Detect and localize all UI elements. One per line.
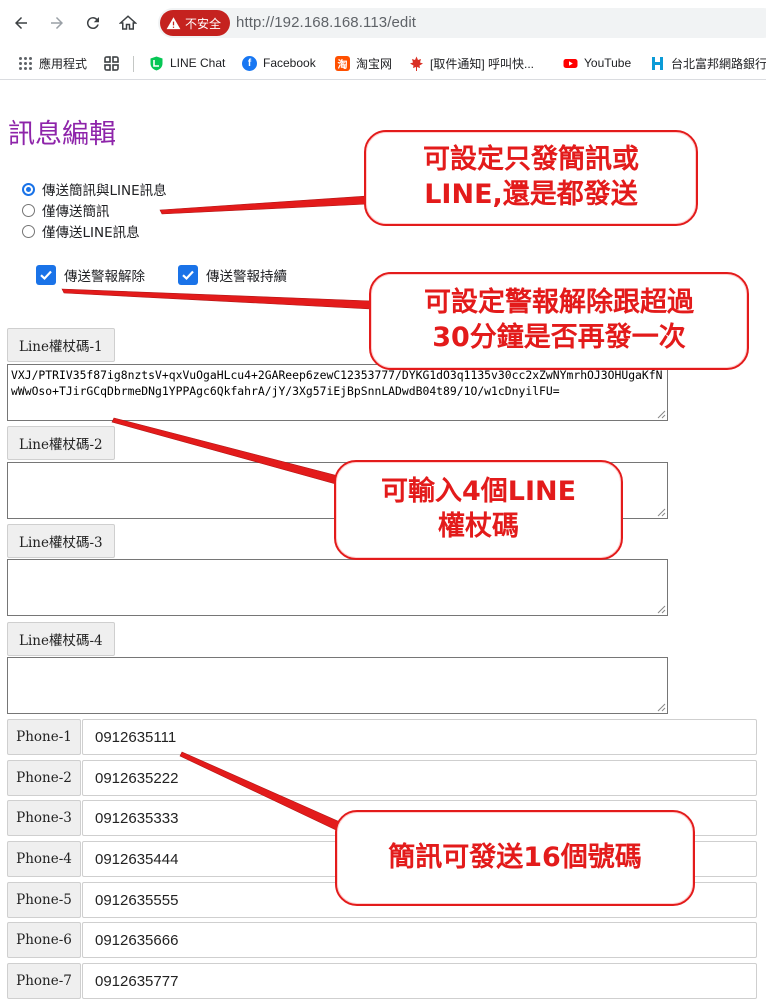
fubon-icon — [652, 56, 663, 70]
annotation-line: 可設定警報解除跟超過 — [424, 287, 694, 319]
radio-send-line-only[interactable]: 僅傳送LINE訊息 — [22, 221, 140, 241]
checkmark-icon — [182, 270, 194, 281]
maple-leaf-icon — [410, 56, 423, 71]
bookmark-grid[interactable] — [104, 53, 119, 73]
line-token-3-textarea[interactable] — [7, 559, 668, 616]
back-button[interactable] — [8, 10, 34, 36]
resize-grip-icon[interactable] — [657, 410, 666, 419]
resize-grip-icon[interactable] — [657, 703, 666, 712]
radio-label: 僅傳送LINE訊息 — [42, 225, 140, 241]
phone-1-input[interactable]: 0912635111 — [82, 719, 757, 755]
apps-grid-icon — [19, 56, 32, 70]
home-icon — [119, 15, 137, 30]
checkbox-label: 傳送警報解除 — [64, 269, 145, 285]
youtube-icon — [563, 58, 578, 68]
bookmark-pickup-notice[interactable]: [取件通知] 呼叫快... — [409, 53, 534, 73]
line-token-4-textarea[interactable] — [7, 657, 668, 714]
phone-6-label[interactable]: Phone-6 — [7, 922, 81, 958]
phone-4-label[interactable]: Phone-4 — [7, 841, 81, 877]
radio-label: 傳送簡訊與LINE訊息 — [42, 183, 167, 199]
address-bar[interactable]: 不安全 http://192.168.168.113/edit — [158, 8, 766, 38]
radio-button[interactable] — [22, 224, 35, 238]
bookmark-label: YouTube — [584, 56, 632, 70]
phone-2-label[interactable]: Phone-2 — [7, 760, 81, 796]
annotation-phones: 簡訊可發送16個號碼 — [335, 810, 695, 906]
forward-button[interactable] — [44, 10, 70, 36]
checkbox[interactable] — [178, 265, 198, 285]
bookmark-label: 台北富邦網路銀行 — [671, 56, 766, 71]
resize-grip-icon[interactable] — [657, 605, 666, 614]
bookmark-label: [取件通知] 呼叫快... — [430, 56, 535, 71]
send-mode-leader — [159, 195, 369, 215]
grid-icon — [104, 55, 119, 71]
bookmark-label: LINE Chat — [170, 56, 226, 70]
annotation-line: 30分鐘是否再發一次 — [432, 322, 686, 353]
taobao-icon: 淘 — [335, 55, 350, 71]
bookmark-youtube[interactable]: YouTube — [563, 53, 631, 73]
phone-6-input[interactable]: 0912635666 — [82, 922, 757, 958]
reload-icon — [86, 17, 99, 30]
phone-5-label[interactable]: Phone-5 — [7, 882, 81, 918]
annotation-alarm: 可設定警報解除跟超過 30分鐘是否再發一次 — [369, 272, 749, 370]
phone-3-label[interactable]: Phone-3 — [7, 800, 81, 836]
checkbox-alarm-continued[interactable]: 傳送警報持續 — [178, 264, 287, 286]
radio-label: 僅傳送簡訊 — [42, 204, 110, 220]
bookmark-apps[interactable]: 應用程式 — [18, 53, 87, 73]
annotation-line-tokens: 可輸入4個LINE 權杖碼 — [334, 460, 623, 560]
annotation-send-mode: 可設定只發簡訊或 LINE,還是都發送 — [364, 130, 698, 226]
resize-grip-icon[interactable] — [657, 508, 666, 517]
phone-2-input[interactable]: 0912635222 — [82, 760, 757, 796]
annotation-line: LINE,還是都發送 — [424, 179, 638, 210]
facebook-icon: f — [242, 55, 257, 71]
bookmark-label: Facebook — [263, 56, 316, 70]
annotation-line: 權杖碼 — [437, 511, 519, 542]
line-shield-icon — [150, 56, 163, 70]
radio-send-sms-only[interactable]: 僅傳送簡訊 — [22, 200, 110, 220]
bookmark-facebook[interactable]: f Facebook — [242, 53, 316, 73]
url-text[interactable]: http://192.168.168.113/edit — [236, 14, 416, 31]
line-token-1-textarea[interactable]: VXJ/PTRIV35f87ig8nztsV+qxVuOgaHLcu4+2GAR… — [7, 364, 668, 421]
bookmark-taobao[interactable]: 淘 淘宝网 — [335, 53, 392, 73]
security-label: 不安全 — [185, 16, 222, 31]
radio-send-sms-and-line[interactable]: 傳送簡訊與LINE訊息 — [22, 179, 167, 199]
phone-1-label[interactable]: Phone-1 — [7, 719, 81, 755]
browser-toolbar: 不安全 http://192.168.168.113/edit — [0, 0, 766, 46]
line-token-2-button[interactable]: Line權杖碼-2 — [7, 426, 115, 460]
phone-7-input[interactable]: 0912635777 — [82, 963, 757, 999]
bookmark-label: 應用程式 — [39, 56, 88, 71]
bookmark-separator — [133, 56, 134, 72]
reload-button[interactable] — [80, 10, 106, 36]
bookmark-label: 淘宝网 — [356, 56, 393, 71]
radio-button[interactable] — [22, 182, 35, 196]
arrow-left-icon — [15, 17, 27, 29]
phone-7-label[interactable]: Phone-7 — [7, 963, 81, 999]
security-chip[interactable]: 不安全 — [160, 10, 231, 36]
page-title: 訊息編輯 — [8, 119, 116, 150]
radio-button[interactable] — [22, 203, 35, 217]
arrow-right-icon — [51, 17, 63, 29]
line-token-1-value: VXJ/PTRIV35f87ig8nztsV+qxVuOgaHLcu4+2GAR… — [11, 368, 663, 398]
bookmark-line-chat[interactable]: LINE Chat — [149, 53, 225, 73]
line-token-1-button[interactable]: Line權杖碼-1 — [7, 328, 115, 362]
checkmark-icon — [40, 270, 52, 281]
bookmarks-bar: 應用程式 LINE Chat f Facebook 淘 淘宝网 [取件通知] 呼… — [0, 46, 766, 80]
checkbox[interactable] — [36, 265, 56, 285]
alarm-leader — [61, 288, 373, 310]
checkbox-label: 傳送警報持續 — [206, 269, 287, 285]
line-token-4-button[interactable]: Line權杖碼-4 — [7, 622, 115, 656]
annotation-line: 簡訊可發送16個號碼 — [388, 841, 642, 873]
bookmark-fubon[interactable]: 台北富邦網路銀行 — [650, 53, 766, 73]
home-button[interactable] — [115, 10, 141, 36]
line-token-3-button[interactable]: Line權杖碼-3 — [7, 524, 115, 558]
checkbox-alarm-cleared[interactable]: 傳送警報解除 — [36, 264, 145, 286]
warning-triangle-icon — [166, 16, 181, 29]
annotation-line: 可輸入4個LINE — [380, 476, 577, 508]
annotation-line: 可設定只發簡訊或 — [423, 144, 639, 176]
